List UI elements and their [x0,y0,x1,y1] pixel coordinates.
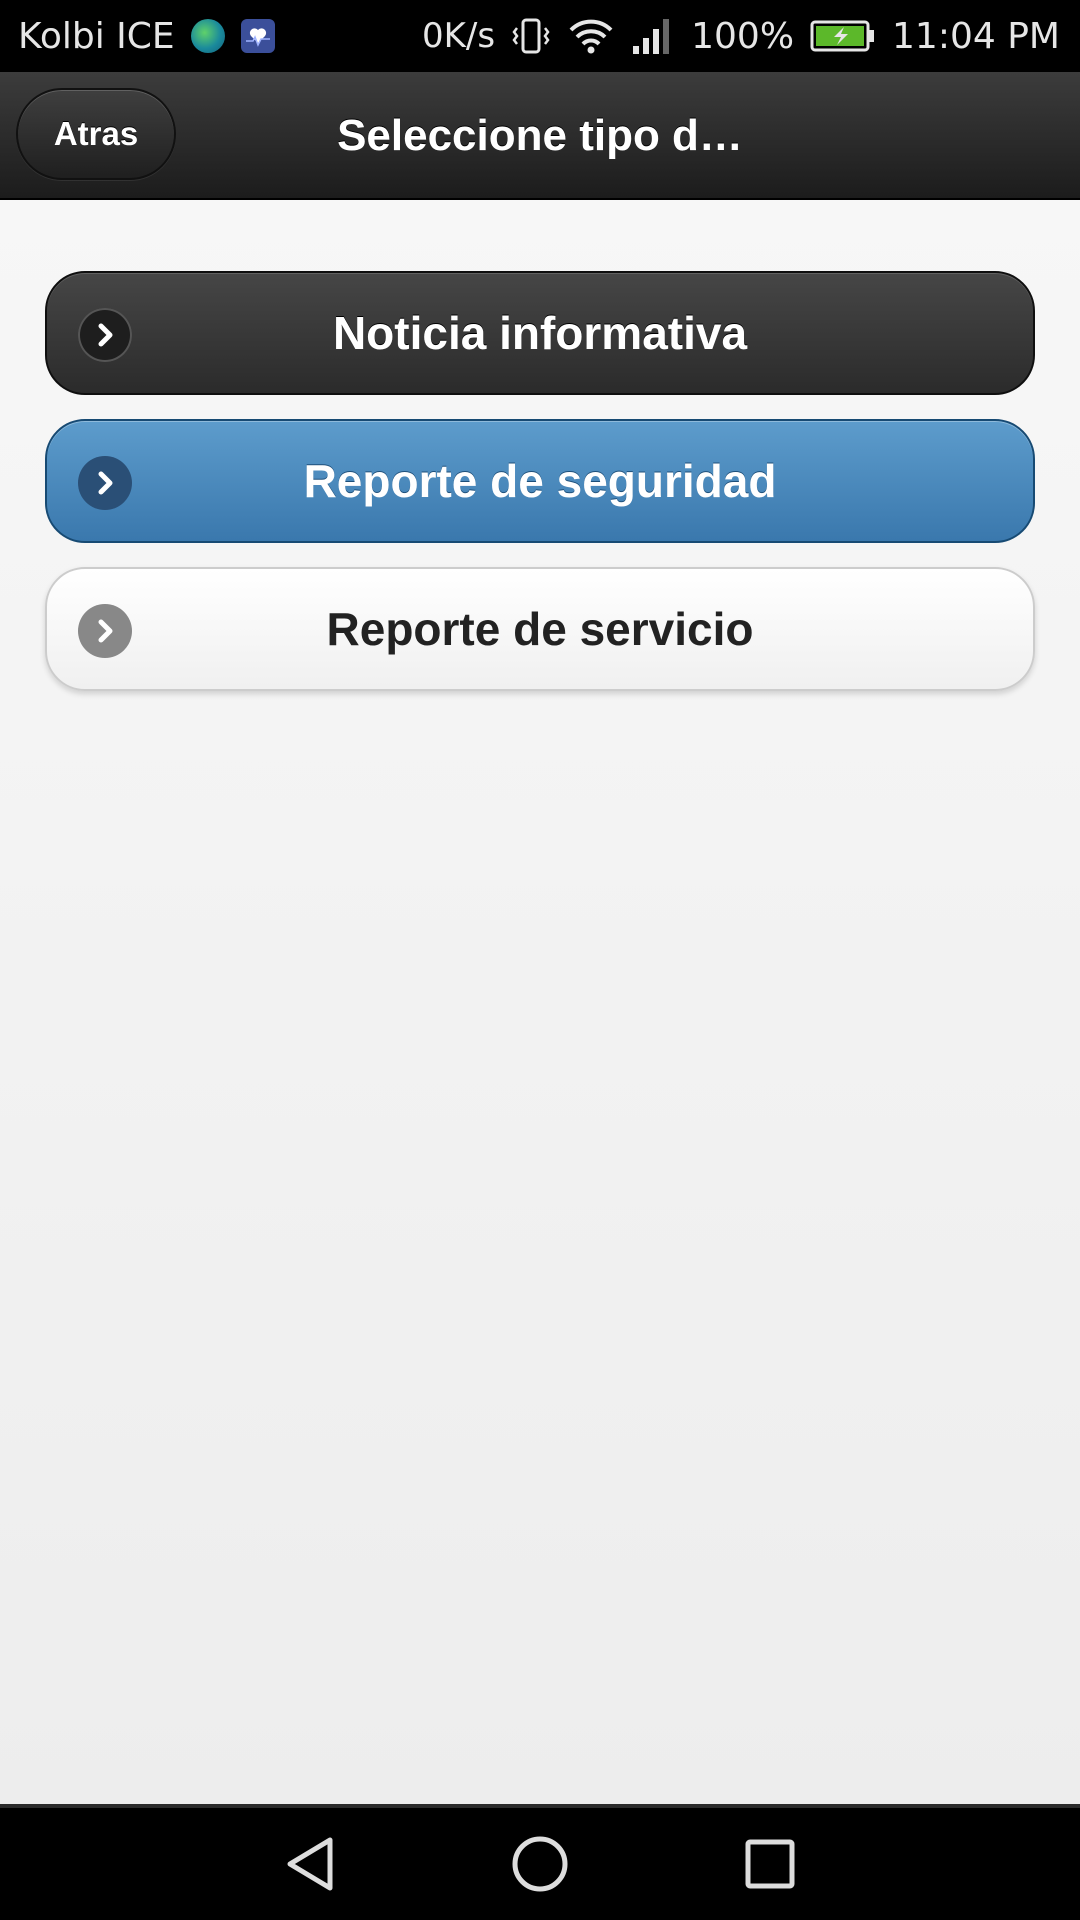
battery-percent: 100% [691,15,795,57]
app-header: Atras Seleccione tipo d… [0,72,1080,200]
noticia-informativa-button[interactable]: Noticia informativa [45,271,1035,395]
network-speed: 0K/s [422,16,496,56]
back-button[interactable]: Atras [16,88,176,180]
status-bar-left: Kolbi ICE [18,16,275,57]
chevron-right-icon [78,604,132,658]
clock: 11:04 PM [892,15,1060,57]
chevron-right-icon [78,308,132,362]
option-label: Reporte de servicio [326,603,754,655]
chevron-right-icon [78,456,132,510]
carrier-name: Kolbi ICE [18,15,175,57]
vibrate-icon [511,16,551,56]
nav-recents-icon[interactable] [730,1824,810,1904]
option-label: Noticia informativa [332,307,748,359]
reporte-servicio-button[interactable]: Reporte de servicio [45,567,1035,691]
page-title: Seleccione tipo d… [337,111,743,160]
globe-icon [190,19,225,53]
system-nav-bar [0,1804,1080,1920]
nav-home-icon[interactable] [500,1824,580,1904]
status-bar-right: 0K/s 100% 11:04 PM [422,16,1060,57]
nav-back-icon[interactable] [270,1824,350,1904]
reporte-seguridad-button[interactable]: Reporte de seguridad [45,419,1035,543]
signal-icon [631,16,675,56]
option-label: Reporte de seguridad [303,455,777,507]
health-icon [240,19,275,53]
status-bar: Kolbi ICE 0K/s 100% 11:04 PM [0,0,1080,72]
wifi-icon [567,16,615,56]
content-area: Noticia informativa Reporte de seguridad… [0,200,1080,1804]
battery-charging-icon [810,18,876,54]
